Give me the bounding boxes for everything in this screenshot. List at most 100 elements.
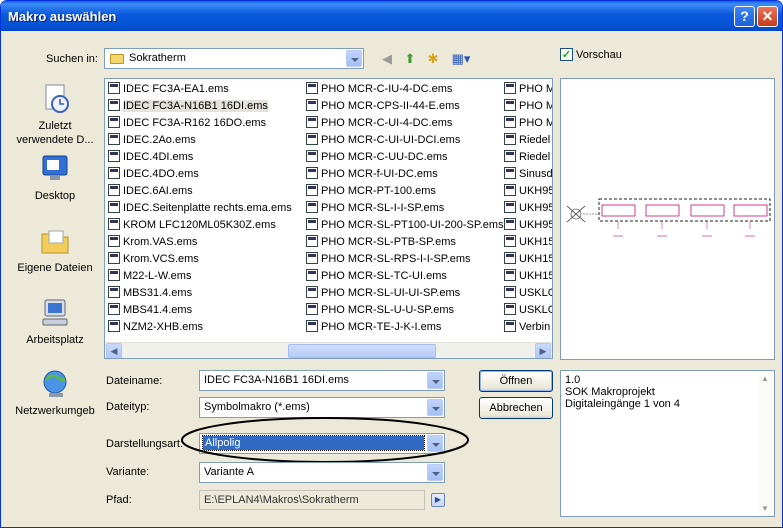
file-item[interactable]: UKH95	[501, 200, 552, 217]
file-item[interactable]: PHO M	[501, 81, 552, 98]
file-name: PHO MCR-SL-UI-UI-SP.ems	[321, 287, 461, 299]
macro-file-icon	[306, 99, 318, 111]
file-item[interactable]: PHO MCR-SL-RPS-I-I-SP.ems	[303, 251, 504, 268]
file-item[interactable]: MBS31.4.ems	[105, 285, 292, 302]
path-label: Pfad:	[106, 494, 132, 506]
scroll-left-icon[interactable]: ◀	[106, 343, 122, 358]
place-recent[interactable]: Zuletzt verwendete D...	[10, 83, 100, 146]
file-item[interactable]: UKH95	[501, 183, 553, 200]
file-name: PHO MCR-SL-I-I-SP.ems	[321, 202, 445, 214]
place-my-computer[interactable]: Arbeitsplatz	[10, 297, 100, 346]
filename-combo[interactable]: IDEC FC3A-N16B1 16DI.ems	[199, 370, 445, 391]
file-item[interactable]: UKH95	[501, 217, 552, 234]
file-item[interactable]: PHO M	[501, 115, 552, 132]
lookin-combo[interactable]: Sokratherm	[104, 48, 364, 69]
macro-file-icon	[504, 320, 516, 332]
file-item[interactable]: UKH15	[501, 251, 552, 268]
horizontal-scrollbar[interactable]: ◀ ▶	[105, 342, 552, 358]
file-item[interactable]: IDEC.4DI.ems	[105, 149, 292, 166]
file-item[interactable]: MBS41.4.ems	[105, 302, 292, 319]
chevron-down-icon[interactable]	[427, 399, 443, 416]
back-icon[interactable]: ◀	[379, 51, 395, 67]
file-item[interactable]: PHO MCR-PT-100.ems	[303, 183, 504, 200]
file-item[interactable]: IDEC.2Ao.ems	[105, 132, 292, 149]
file-item[interactable]: Riedel	[501, 132, 552, 149]
macro-file-icon	[108, 252, 120, 264]
file-name: IDEC FC3A-R162 16DO.ems	[123, 117, 267, 129]
file-item[interactable]: NZM2-XHB.ems	[105, 319, 292, 336]
macro-file-icon	[504, 133, 516, 145]
macro-file-icon	[108, 320, 120, 332]
file-item[interactable]: PHO MCR-CPS-II-44-E.ems	[303, 98, 504, 115]
file-item[interactable]: UKH15	[501, 234, 552, 251]
file-item[interactable]: PHO MCR-SL-U-U-SP.ems	[303, 302, 504, 319]
file-item[interactable]: PHO MCR-SL-PT100-UI-200-SP.ems	[303, 217, 504, 234]
chevron-down-icon[interactable]	[427, 464, 443, 481]
file-item[interactable]: PHO MCR-C-UI-4-DC.ems	[303, 115, 504, 132]
variant-combo[interactable]: Variante A	[199, 462, 445, 483]
scroll-up-icon[interactable]: ▲	[761, 374, 769, 383]
close-button[interactable]: ✕	[757, 6, 778, 27]
file-name: KROM LFC120ML05K30Z.ems	[123, 219, 276, 231]
file-name: PHO MCR-CPS-II-44-E.ems	[321, 100, 460, 112]
macro-dialog: Makro auswählen ? ✕ Suchen in: Sokrather…	[0, 0, 783, 528]
file-item[interactable]: IDEC.Seitenplatte rechts.ema.ems	[105, 200, 292, 217]
file-item[interactable]: Sinusd	[501, 166, 552, 183]
file-item[interactable]: PHO MCR-C-IU-4-DC.ems	[303, 81, 504, 98]
file-item[interactable]: PHO MCR-f-UI-DC.ems	[303, 166, 504, 183]
file-item[interactable]: PHO MCR-C-UI-UI-DCI.ems	[303, 132, 504, 149]
macro-file-icon	[306, 286, 318, 298]
lookin-label: Suchen in:	[46, 53, 98, 65]
file-item[interactable]: Verbin	[501, 319, 552, 336]
scroll-thumb[interactable]	[288, 344, 436, 358]
file-item[interactable]: PHO MCR-C-UU-DC.ems	[303, 149, 504, 166]
macro-file-icon	[504, 184, 516, 196]
file-item[interactable]: PHO MCR-SL-TC-UI.ems	[303, 268, 504, 285]
scroll-down-icon[interactable]: ▼	[761, 504, 769, 513]
info-scrollbar[interactable]: ▲ ▼	[758, 371, 774, 516]
place-desktop-label: Desktop	[34, 190, 76, 202]
file-item[interactable]: Krom.VAS.ems	[105, 234, 292, 251]
macro-file-icon	[504, 286, 516, 298]
scroll-right-icon[interactable]: ▶	[535, 343, 551, 358]
chevron-down-icon[interactable]	[427, 372, 443, 389]
my-documents-icon	[41, 230, 69, 254]
macro-file-icon	[504, 235, 516, 247]
file-item[interactable]: IDEC FC3A-N16B1 16DI.ems	[105, 98, 292, 115]
file-name: UKH95	[519, 185, 553, 197]
file-item[interactable]: IDEC FC3A-R162 16DO.ems	[105, 115, 292, 132]
file-item[interactable]: Krom.VCS.ems	[105, 251, 292, 268]
view-menu-icon[interactable]: ▦▾	[449, 51, 473, 67]
file-item[interactable]: USKLG	[501, 285, 552, 302]
up-folder-icon[interactable]: ⬆	[402, 51, 418, 67]
file-item[interactable]: IDEC.4DO.ems	[105, 166, 292, 183]
place-network[interactable]: Netzwerkumgeb	[10, 368, 100, 417]
file-list[interactable]: IDEC FC3A-EA1.ems IDEC FC3A-N16B1 16DI.em…	[104, 78, 553, 359]
file-item[interactable]: IDEC.6AI.ems	[105, 183, 292, 200]
file-item[interactable]: Riedel	[501, 149, 552, 166]
browse-path-icon[interactable]: ▶	[431, 493, 445, 507]
file-item[interactable]: PHO MCR-SL-I-I-SP.ems	[303, 200, 504, 217]
file-name: PHO MCR-SL-TC-UI.ems	[321, 270, 447, 282]
file-name: IDEC.6AI.ems	[123, 185, 193, 197]
file-item[interactable]: PHO MCR-SL-PTB-SP.ems	[303, 234, 504, 251]
file-item[interactable]: PHO M	[501, 98, 552, 115]
file-item[interactable]: M22-L-W.ems	[105, 268, 292, 285]
file-item[interactable]: KROM LFC120ML05K30Z.ems	[105, 217, 292, 234]
file-item[interactable]: PHO MCR-SL-UI-UI-SP.ems	[303, 285, 504, 302]
variant-label: Variante:	[106, 466, 150, 478]
file-item[interactable]: UKH15	[501, 268, 552, 285]
help-button[interactable]: ?	[734, 6, 755, 27]
new-folder-icon[interactable]: ✱	[425, 51, 441, 67]
path-value: E:\EPLAN4\Makros\Sokratherm	[204, 494, 359, 506]
macro-file-icon	[504, 303, 516, 315]
file-item[interactable]: PHO MCR-TE-J-K-I.ems	[303, 319, 504, 336]
place-desktop[interactable]: Desktop	[10, 153, 100, 202]
cancel-button[interactable]: Abbrechen	[479, 397, 553, 419]
file-item[interactable]: USKLG	[501, 302, 552, 319]
preview-checkbox[interactable]: ✓	[560, 48, 573, 61]
place-my-documents[interactable]: Eigene Dateien	[10, 225, 100, 274]
chevron-down-icon[interactable]	[346, 50, 362, 67]
file-item[interactable]: IDEC FC3A-EA1.ems	[105, 81, 292, 98]
open-button[interactable]: Öffnen	[479, 370, 553, 392]
